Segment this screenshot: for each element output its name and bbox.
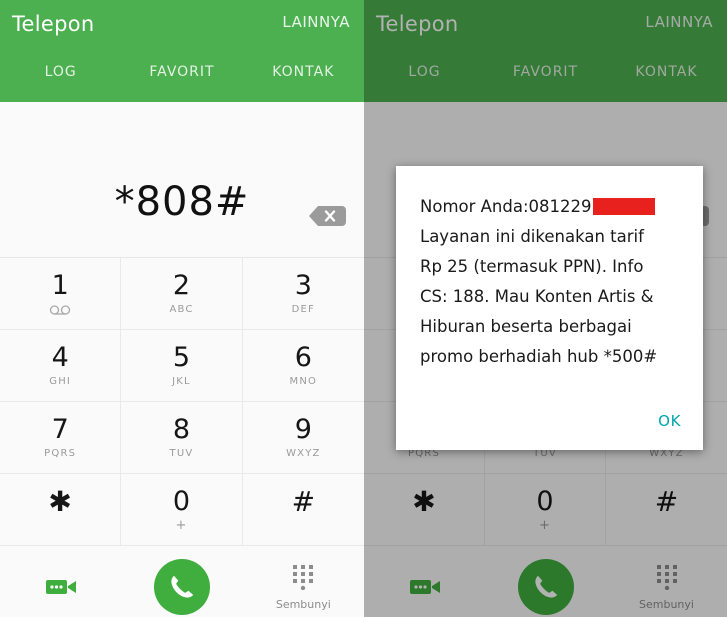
phone-screen-right: Telepon LAINNYA LOG FAVORIT KONTAK *808#…: [364, 0, 727, 617]
more-options-button-right[interactable]: LAINNYA: [645, 13, 713, 31]
voicemail-icon: [49, 304, 71, 315]
app-header-right: Telepon LAINNYA LOG FAVORIT KONTAK: [364, 0, 727, 102]
phone-handset-icon: [171, 575, 194, 598]
call-button[interactable]: [121, 546, 242, 617]
dialog-line-1-text: Nomor Anda:081229: [420, 197, 592, 216]
tab-bar: LOG FAVORIT KONTAK: [0, 64, 364, 80]
screenshot-root: Telepon LAINNYA LOG FAVORIT KONTAK *808#…: [0, 0, 727, 617]
dialog-line-6: promo berhadiah hub *500#: [420, 347, 658, 366]
dialog-line-5: Hiburan beserta berbagai: [420, 317, 632, 336]
backspace-icon[interactable]: [308, 205, 346, 227]
number-display-area: *808#: [0, 102, 364, 258]
hide-dialpad-label: Sembunyi: [275, 597, 331, 611]
tab-bar-right: LOG FAVORIT KONTAK: [364, 64, 727, 80]
bottom-action-bar-right: Sembunyi: [364, 546, 727, 617]
dialpad: 1 2 ABC 3 DEF 4 GHI 5 JKL 6 MNO 7 PQRS 8…: [0, 258, 364, 546]
dial-key-7[interactable]: 7 PQRS: [0, 402, 122, 474]
video-camera-icon-right: [409, 578, 440, 596]
hide-dialpad-button[interactable]: Sembunyi: [243, 546, 364, 617]
dialpad-grid-icon-right: [656, 564, 678, 594]
video-camera-icon: [45, 578, 76, 596]
dialpad-grid-icon: [292, 564, 314, 594]
dial-key-0[interactable]: 0 +: [121, 474, 243, 546]
more-options-button[interactable]: LAINNYA: [282, 13, 350, 31]
video-call-button-right[interactable]: [364, 546, 485, 617]
dial-key-6[interactable]: 6 MNO: [242, 330, 364, 402]
tab-log-right[interactable]: LOG: [364, 64, 485, 80]
tab-kontak[interactable]: KONTAK: [243, 64, 364, 80]
tab-log[interactable]: LOG: [0, 64, 121, 80]
tab-favorit[interactable]: FAVORIT: [121, 64, 242, 80]
dial-key-hash-right[interactable]: #: [606, 474, 727, 546]
dialog-ok-button[interactable]: OK: [658, 412, 681, 430]
dial-key-9[interactable]: 9 WXYZ: [242, 402, 364, 474]
dialog-line-3: Rp 25 (termasuk PPN). Info: [420, 257, 644, 276]
dial-key-4[interactable]: 4 GHI: [0, 330, 122, 402]
dialog-line-2: Layanan ini dikenakan tarif: [420, 227, 644, 246]
hide-dialpad-button-right[interactable]: Sembunyi: [606, 546, 727, 617]
phone-handset-icon-right: [534, 575, 557, 598]
dial-key-0-right[interactable]: 0 +: [485, 474, 606, 546]
bottom-action-bar: Sembunyi: [0, 546, 364, 617]
video-call-button[interactable]: [0, 546, 121, 617]
tab-kontak-right[interactable]: KONTAK: [606, 64, 727, 80]
call-button-right[interactable]: [485, 546, 606, 617]
dial-key-8[interactable]: 8 TUV: [121, 402, 243, 474]
dial-key-star[interactable]: ✱: [0, 474, 122, 546]
dialog-line-4: CS: 188. Mau Konten Artis &: [420, 287, 654, 306]
dial-key-3[interactable]: 3 DEF: [242, 258, 364, 330]
tab-favorit-right[interactable]: FAVORIT: [485, 64, 606, 80]
redaction-bar: [592, 198, 655, 215]
dialog-line-1: Nomor Anda:081229: [420, 192, 689, 222]
phone-screen-left: Telepon LAINNYA LOG FAVORIT KONTAK *808#…: [0, 0, 364, 617]
dial-key-star-right[interactable]: ✱: [364, 474, 485, 546]
dial-key-hash[interactable]: #: [242, 474, 364, 546]
hide-dialpad-label-right: Sembunyi: [639, 597, 694, 611]
app-header: Telepon LAINNYA LOG FAVORIT KONTAK: [0, 0, 364, 102]
dial-key-5[interactable]: 5 JKL: [121, 330, 243, 402]
page-title-right: Telepon: [376, 12, 459, 36]
dialog-message: Nomor Anda:081229 Layanan ini dikenakan …: [420, 192, 689, 372]
dial-key-2[interactable]: 2 ABC: [121, 258, 243, 330]
page-title: Telepon: [12, 12, 95, 36]
ussd-response-dialog: Nomor Anda:081229 Layanan ini dikenakan …: [396, 166, 703, 450]
dial-key-1[interactable]: 1: [0, 258, 122, 330]
